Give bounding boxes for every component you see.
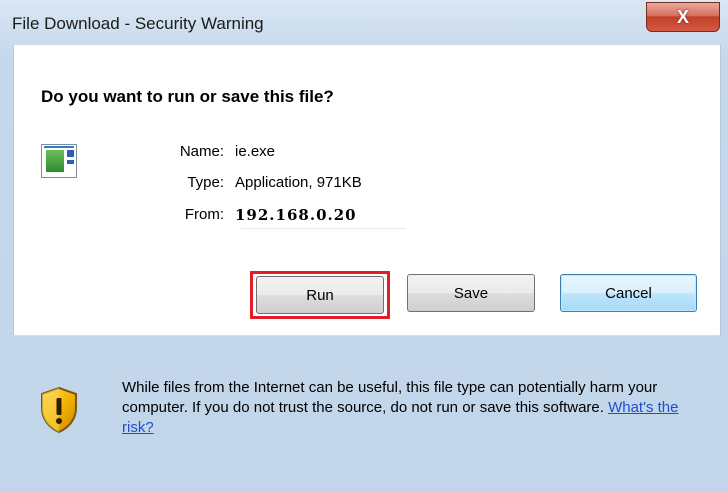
close-icon: X bbox=[676, 6, 689, 27]
file-type-value: Application, 971KB bbox=[235, 174, 362, 191]
warning-message: While files from the Internet can be use… bbox=[122, 378, 702, 438]
close-button[interactable]: X bbox=[646, 2, 720, 32]
name-label: Name: bbox=[179, 143, 224, 160]
application-file-icon bbox=[41, 144, 77, 178]
source-underline bbox=[241, 228, 406, 229]
dialog-heading: Do you want to run or save this file? bbox=[41, 87, 334, 106]
from-label: From: bbox=[184, 206, 224, 223]
window-title: File Download - Security Warning bbox=[12, 14, 264, 33]
cancel-button[interactable]: Cancel bbox=[560, 274, 697, 312]
file-source-value: 192.168.0.20 bbox=[235, 206, 357, 224]
shield-warning-icon bbox=[41, 386, 77, 434]
title-bar[interactable]: File Download - Security Warning X bbox=[0, 0, 728, 44]
file-name-value: ie.exe bbox=[235, 143, 276, 160]
warning-text: While files from the Internet can be use… bbox=[122, 379, 658, 416]
file-download-dialog: File Download - Security Warning X Do yo… bbox=[0, 0, 728, 492]
run-button-highlight: Run bbox=[250, 271, 390, 319]
run-button[interactable]: Run bbox=[256, 276, 384, 314]
divider bbox=[13, 335, 719, 336]
type-label: Type: bbox=[187, 174, 224, 191]
security-warning-panel: While files from the Internet can be use… bbox=[13, 335, 719, 485]
dialog-content: Do you want to run or save this file? Na… bbox=[13, 45, 721, 335]
save-button[interactable]: Save bbox=[407, 274, 535, 312]
